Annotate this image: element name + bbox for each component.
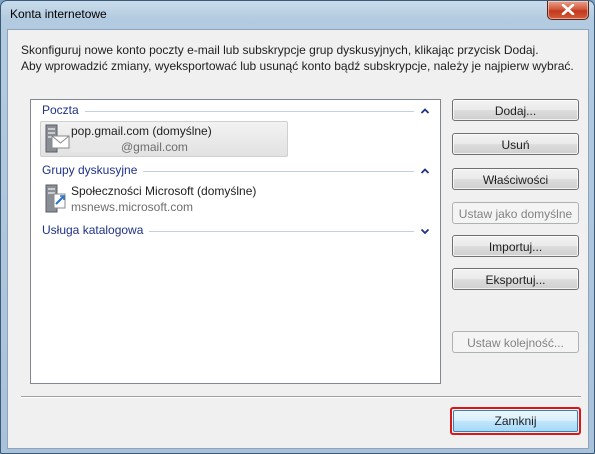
chevron-down-icon[interactable] xyxy=(420,226,430,236)
set-default-button[interactable]: Ustaw jako domyślne xyxy=(452,202,579,224)
group-label-directory: Usługa katalogowa xyxy=(42,223,150,237)
add-button[interactable]: Dodaj... xyxy=(452,99,579,121)
separator xyxy=(21,396,581,398)
group-divider xyxy=(42,111,414,112)
account-name: Społeczności Microsoft (domyślne) xyxy=(71,184,257,198)
account-address: @gmail.com xyxy=(71,140,188,154)
group-header-newsgroups[interactable]: Grupy dyskusyjne xyxy=(42,163,414,179)
mail-server-icon xyxy=(45,124,70,153)
close-icon xyxy=(561,4,575,15)
account-address: msnews.microsoft.com xyxy=(71,200,194,214)
list-item-mail-account[interactable]: pop.gmail.com (domyślne) @gmail.com xyxy=(40,121,288,157)
set-order-button[interactable]: Ustaw kolejność... xyxy=(452,331,579,353)
title-bar[interactable]: Konta internetowe xyxy=(1,1,594,27)
remove-button[interactable]: Usuń xyxy=(452,133,579,155)
description-text: Skonfiguruj nowe konto poczty e-mail lub… xyxy=(21,42,581,74)
dialog-window: Konta internetowe Skonfiguruj nowe konto… xyxy=(0,0,595,454)
news-server-icon xyxy=(45,184,66,213)
import-button[interactable]: Importuj... xyxy=(452,235,579,257)
account-address-domain: @gmail.com xyxy=(121,140,188,154)
accounts-list[interactable]: Poczta pop.gmail.com (domyślne) @gmail.c… xyxy=(30,99,441,384)
properties-button[interactable]: Właściwości xyxy=(452,168,579,190)
group-label-newsgroups: Grupy dyskusyjne xyxy=(42,163,144,177)
close-button[interactable] xyxy=(547,1,589,20)
close-dialog-button[interactable]: Zamknij xyxy=(453,410,578,432)
description-line-1: Skonfiguruj nowe konto poczty e-mail lub… xyxy=(21,43,539,57)
group-header-directory[interactable]: Usługa katalogowa xyxy=(42,223,414,239)
group-label-mail: Poczta xyxy=(42,103,85,117)
export-button[interactable]: Eksportuj... xyxy=(452,268,579,290)
chevron-up-icon[interactable] xyxy=(420,106,430,116)
window-title: Konta internetowe xyxy=(10,7,107,21)
group-header-mail[interactable]: Poczta xyxy=(42,103,414,119)
dialog-client-area: Skonfiguruj nowe konto poczty e-mail lub… xyxy=(7,29,589,449)
account-name: pop.gmail.com (domyślne) xyxy=(71,124,212,138)
close-dialog-highlight: Zamknij xyxy=(450,407,581,435)
chevron-up-icon[interactable] xyxy=(420,166,430,176)
description-line-2: Aby wprowadzić zmiany, wyeksportować lub… xyxy=(21,59,574,73)
list-item-news-account[interactable]: Społeczności Microsoft (domyślne) msnews… xyxy=(40,181,288,217)
redacted-username xyxy=(71,141,121,152)
